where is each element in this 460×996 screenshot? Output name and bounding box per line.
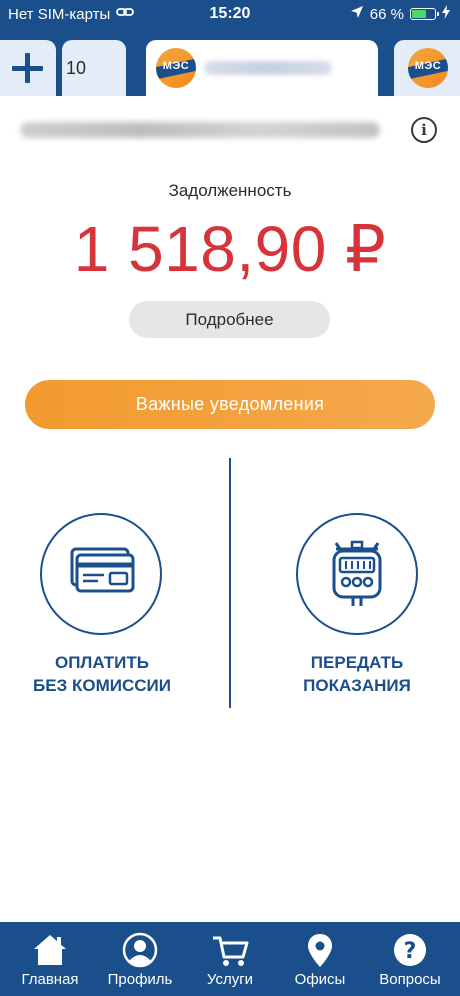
account-tab-active[interactable]: МЭС	[146, 40, 378, 96]
add-account-tab[interactable]	[0, 40, 56, 96]
nav-profile[interactable]: Профиль	[94, 922, 186, 996]
mes-logo-icon: МЭС	[156, 48, 196, 88]
nav-offices-label: Офисы	[294, 971, 346, 988]
mes-logo-icon: МЭС	[408, 48, 448, 88]
account-tab-next[interactable]: МЭС	[394, 40, 460, 96]
battery-icon	[410, 8, 439, 20]
nav-services-label: Услуги	[206, 971, 254, 988]
important-notices-button[interactable]: Важные уведомления	[25, 380, 435, 429]
battery-fill	[412, 10, 426, 18]
profile-icon	[122, 932, 158, 968]
svg-text:?: ?	[404, 939, 417, 964]
meter-readings-button[interactable]	[296, 513, 418, 635]
info-icon[interactable]: i	[411, 117, 437, 143]
status-bar: Нет SIM-карты 15:20 66 %	[0, 0, 460, 28]
charging-bolt-icon	[442, 5, 450, 23]
nav-services[interactable]: Услуги	[184, 922, 276, 996]
meter-icon	[332, 540, 382, 606]
account-tab-prev[interactable]: 10	[62, 40, 126, 96]
nav-home[interactable]: Главная	[4, 922, 96, 996]
nav-home-label: Главная	[21, 971, 79, 988]
logo-text: МЭС	[414, 60, 442, 72]
debt-label: Задолженность	[168, 181, 292, 200]
bottom-nav: Главная Профиль Услуги Офисы ? Вопросы	[0, 922, 460, 996]
cart-icon	[213, 936, 249, 966]
meter-readings-label[interactable]: ПЕРЕДАТЬ ПОКАЗАНИЯ	[257, 651, 457, 697]
blurred-account-number	[204, 61, 332, 75]
location-pin-icon	[308, 934, 332, 967]
pay-button-label[interactable]: ОПЛАТИТЬ БЕЗ КОМИССИИ	[2, 651, 202, 697]
actions-divider	[229, 458, 231, 708]
credit-card-icon	[70, 547, 135, 593]
nav-questions[interactable]: ? Вопросы	[364, 922, 456, 996]
status-right: 66 %	[350, 5, 450, 23]
home-icon	[34, 935, 66, 965]
details-button[interactable]: Подробнее	[129, 301, 330, 338]
debt-amount: 1 518,90 ₽	[73, 213, 387, 285]
nav-profile-label: Профиль	[107, 971, 173, 988]
question-icon: ?	[394, 934, 426, 966]
location-arrow-icon	[350, 5, 364, 23]
pay-button[interactable]	[40, 513, 162, 635]
nav-questions-label: Вопросы	[379, 971, 441, 988]
nav-offices[interactable]: Офисы	[274, 922, 366, 996]
top-bar: Нет SIM-карты 15:20 66 % 10 МЭС МЭС	[0, 0, 460, 96]
account-tab-prev-label: 10	[66, 58, 87, 78]
blurred-address	[20, 122, 380, 138]
logo-text: МЭС	[162, 60, 190, 72]
battery-percent: 66 %	[369, 5, 404, 23]
